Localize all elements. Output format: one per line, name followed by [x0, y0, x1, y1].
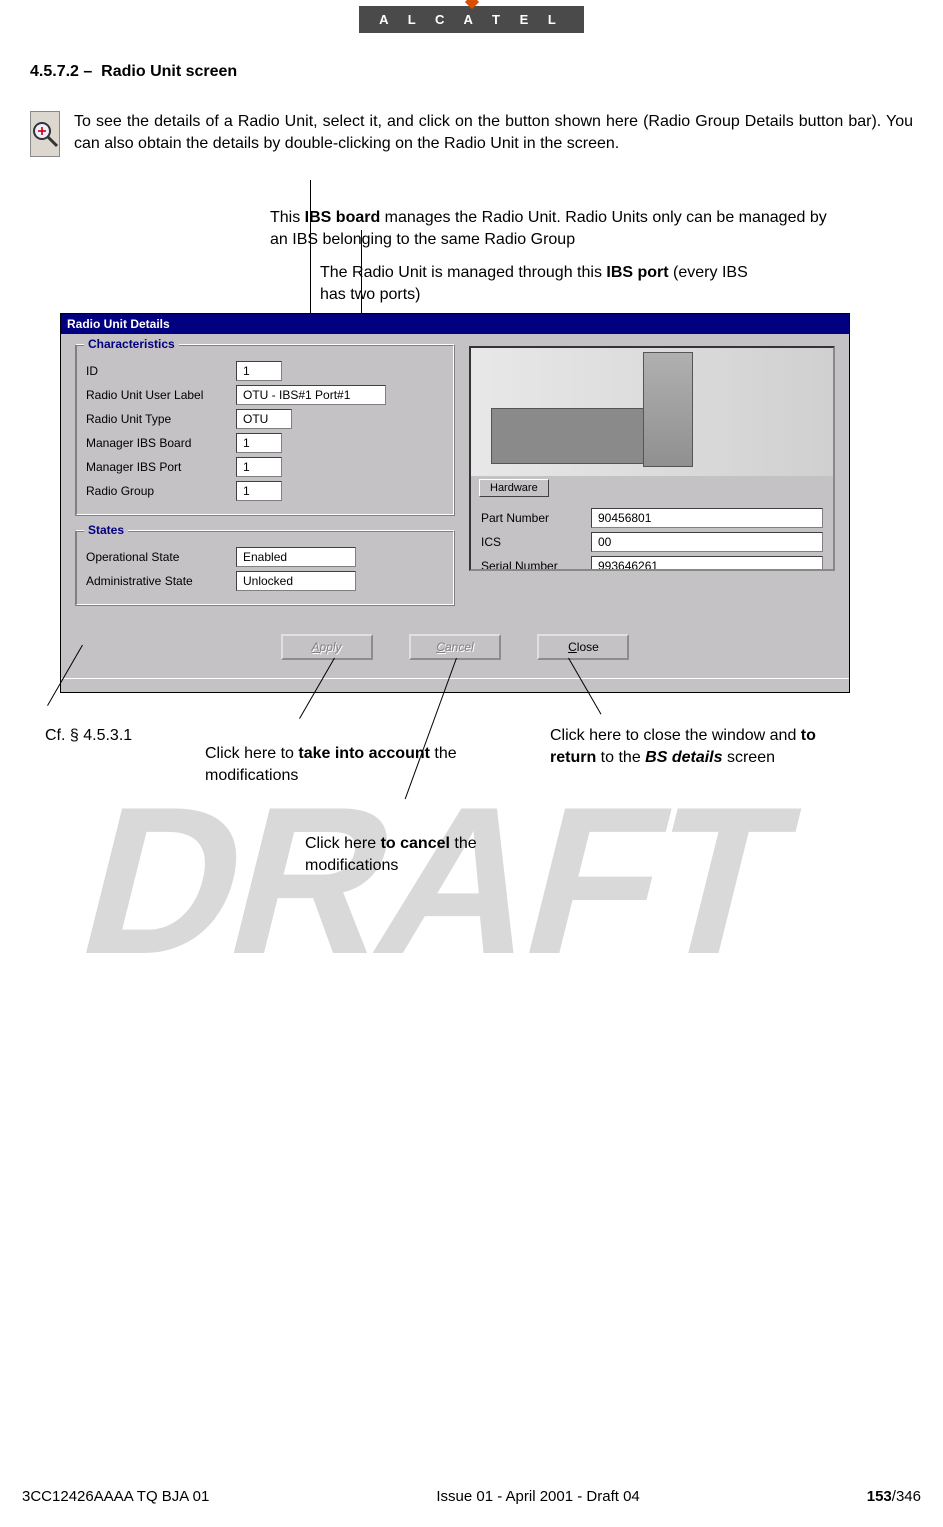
board-label: Manager IBS Board: [86, 436, 236, 450]
dialog-body: Characteristics ID1 Radio Unit User Labe…: [61, 334, 849, 678]
right-panel: Hardware Part Number90456801 ICS00 Seria…: [469, 346, 835, 571]
intro-row: To see the details of a Radio Unit, sele…: [30, 111, 913, 157]
opstate-label: Operational State: [86, 550, 236, 564]
states-title: States: [84, 523, 128, 537]
type-label: Radio Unit Type: [86, 412, 236, 426]
userlabel-label: Radio Unit User Label: [86, 388, 236, 402]
type-field[interactable]: OTU: [236, 409, 292, 429]
callout-close-pre: Click here to close the window and: [550, 727, 801, 744]
characteristics-group: Characteristics ID1 Radio Unit User Labe…: [75, 344, 455, 516]
port-label: Manager IBS Port: [86, 460, 236, 474]
section-heading: 4.5.7.2 – Radio Unit screen: [30, 63, 913, 81]
group-field[interactable]: 1: [236, 481, 282, 501]
callout-apply-pre: Click here to: [205, 745, 298, 762]
group-label: Radio Group: [86, 484, 236, 498]
logo-container: A L C A T E L: [30, 0, 913, 33]
port-field[interactable]: 1: [236, 457, 282, 477]
footer-page: 153/346: [867, 1488, 921, 1505]
board-field[interactable]: 1: [236, 433, 282, 453]
section-title: Radio Unit screen: [101, 63, 237, 80]
hardware-image: [471, 348, 833, 476]
callout-cancel-bold: to cancel: [381, 835, 450, 852]
callout-close: Click here to close the window and to re…: [550, 725, 850, 768]
magnifier-icon: [30, 111, 60, 157]
logo-text: A L C A T E L: [379, 12, 564, 27]
close-button[interactable]: Close: [537, 634, 629, 660]
dialog-statusbar: [61, 678, 849, 692]
serial-field[interactable]: 993646261: [591, 556, 823, 571]
admstate-field[interactable]: Unlocked: [236, 571, 356, 591]
callout-crossref: Cf. § 4.5.3.1: [45, 725, 195, 747]
callouts-above: This IBS board manages the Radio Unit. R…: [270, 207, 913, 305]
callouts-below: Cf. § 4.5.3.1 Click here to take into ac…: [60, 721, 913, 911]
partnum-label: Part Number: [481, 511, 591, 525]
callout-close-bold2: BS details: [645, 749, 722, 766]
section-number: 4.5.7.2 –: [30, 63, 92, 80]
characteristics-title: Characteristics: [84, 337, 179, 351]
hardware-image-shape: [643, 352, 693, 467]
callout-ibs-port: The Radio Unit is managed through this I…: [320, 262, 760, 305]
dialog-titlebar: Radio Unit Details: [61, 314, 849, 334]
callout-ibs-port-bold: IBS port: [606, 264, 668, 281]
admstate-label: Administrative State: [86, 574, 236, 588]
serial-label: Serial Number: [481, 559, 591, 571]
callout-apply: Click here to take into account the modi…: [205, 743, 465, 786]
ics-field[interactable]: 00: [591, 532, 823, 552]
callout-ibs-board-pre: This: [270, 209, 305, 226]
ics-label: ICS: [481, 535, 591, 549]
alcatel-logo: A L C A T E L: [359, 6, 584, 33]
logo-diamond-icon: [464, 0, 478, 9]
callout-close-mid: to the: [596, 749, 645, 766]
footer-docref: 3CC12426AAAA TQ BJA 01: [22, 1488, 209, 1505]
callout-ibs-port-pre: The Radio Unit is managed through this: [320, 264, 606, 281]
callout-cancel: Click here to cancel the modifications: [305, 833, 515, 876]
partnum-field[interactable]: 90456801: [591, 508, 823, 528]
id-field[interactable]: 1: [236, 361, 282, 381]
apply-button[interactable]: Apply: [281, 634, 373, 660]
page-footer: 3CC12426AAAA TQ BJA 01 Issue 01 - April …: [22, 1488, 921, 1505]
states-group: States Operational StateEnabled Administ…: [75, 530, 455, 606]
id-label: ID: [86, 364, 236, 378]
button-row: Apply Cancel Close: [75, 620, 835, 660]
footer-issue: Issue 01 - April 2001 - Draft 04: [436, 1488, 639, 1505]
intro-text: To see the details of a Radio Unit, sele…: [74, 111, 913, 157]
hardware-tab[interactable]: Hardware: [479, 479, 549, 497]
callout-ibs-board: This IBS board manages the Radio Unit. R…: [270, 207, 840, 250]
callout-ibs-board-bold: IBS board: [305, 209, 381, 226]
callout-close-post: screen: [723, 749, 775, 766]
opstate-field[interactable]: Enabled: [236, 547, 356, 567]
cancel-button[interactable]: Cancel: [409, 634, 501, 660]
callout-cancel-pre: Click here: [305, 835, 381, 852]
hardware-image-shape: [491, 408, 667, 464]
callout-apply-bold: take into account: [298, 745, 430, 762]
radio-unit-details-dialog: Radio Unit Details Characteristics ID1 R…: [60, 313, 850, 693]
dialog-wrapper: Radio Unit Details Characteristics ID1 R…: [60, 313, 913, 911]
userlabel-field[interactable]: OTU - IBS#1 Port#1: [236, 385, 386, 405]
